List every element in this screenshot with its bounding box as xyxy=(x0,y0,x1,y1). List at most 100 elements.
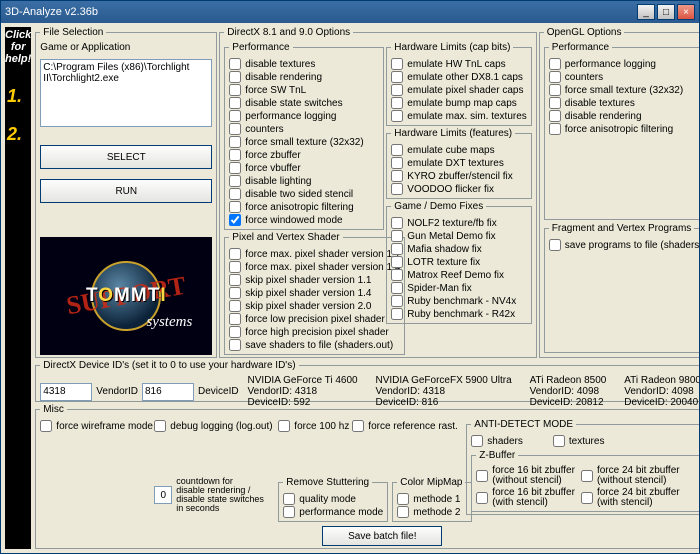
save-batch-button[interactable]: Save batch file! xyxy=(322,526,442,546)
dx-perf-checkbox-0[interactable] xyxy=(229,58,241,70)
dx-perf-checkbox-5[interactable] xyxy=(229,123,241,135)
anti-textures-checkbox[interactable] xyxy=(553,435,565,447)
gl-perf-checkbox-4[interactable] xyxy=(549,110,561,122)
dx-perf-legend: Performance xyxy=(229,42,292,53)
dx-pvs-checkbox-6[interactable] xyxy=(229,326,241,338)
dx-hwcap-checkbox-4[interactable] xyxy=(391,110,403,122)
zb-checkbox-0[interactable] xyxy=(476,470,488,482)
zb-checkbox-2[interactable] xyxy=(581,470,593,482)
dx-perf-label-3: disable state switches xyxy=(245,98,342,109)
dx-pvs-checkbox-3[interactable] xyxy=(229,287,241,299)
dx-hwcap-label-1: emulate other DX8.1 caps xyxy=(407,72,523,83)
dx-fixes-legend: Game / Demo Fixes xyxy=(391,201,486,212)
wireframe-checkbox[interactable] xyxy=(40,420,52,432)
window-title: 3D-Analyze v2.36b xyxy=(5,6,98,18)
dx-perf-label-10: disable two sided stencil xyxy=(245,189,353,200)
gl-fvp-checkbox-0[interactable] xyxy=(549,239,561,251)
dx-perf-checkbox-10[interactable] xyxy=(229,188,241,200)
dx-pvs-checkbox-7[interactable] xyxy=(229,339,241,351)
dx-perf-label-1: disable rendering xyxy=(245,72,322,83)
dx-fixes-checkbox-0[interactable] xyxy=(391,217,403,229)
dx-perf-checkbox-3[interactable] xyxy=(229,97,241,109)
countdown-input[interactable] xyxy=(154,486,172,504)
dx-fixes-checkbox-7[interactable] xyxy=(391,308,403,320)
dx-perf-checkbox-4[interactable] xyxy=(229,110,241,122)
dx-perf-checkbox-11[interactable] xyxy=(229,201,241,213)
help-sidebar[interactable]: Click for help! 1. 2. xyxy=(5,27,31,549)
dx-hwcap-checkbox-3[interactable] xyxy=(391,97,403,109)
dx-hwfeat-checkbox-1[interactable] xyxy=(391,157,403,169)
gl-perf-checkbox-5[interactable] xyxy=(549,123,561,135)
vendor-id-input[interactable] xyxy=(40,383,92,401)
dx-hwcap-checkbox-0[interactable] xyxy=(391,58,403,70)
gl-perf-checkbox-1[interactable] xyxy=(549,71,561,83)
minimize-button[interactable]: _ xyxy=(637,4,655,20)
dx-pvs-checkbox-0[interactable] xyxy=(229,248,241,260)
stutter-checkbox-1[interactable] xyxy=(283,506,295,518)
gl-perf-label-1: counters xyxy=(565,72,603,83)
zb-checkbox-3[interactable] xyxy=(581,492,593,504)
dx-perf-label-5: counters xyxy=(245,124,283,135)
dx-hwcap-label-0: emulate HW TnL caps xyxy=(407,59,505,70)
dx-pvs-checkbox-5[interactable] xyxy=(229,313,241,325)
dx-fixes-checkbox-5[interactable] xyxy=(391,282,403,294)
debug-log-label: debug logging (log.out) xyxy=(170,421,272,432)
force-100hz-checkbox[interactable] xyxy=(278,420,290,432)
debug-log-checkbox[interactable] xyxy=(154,420,166,432)
dx-perf-checkbox-12[interactable] xyxy=(229,214,241,226)
anti-shaders-checkbox[interactable] xyxy=(471,435,483,447)
mip-checkbox-0[interactable] xyxy=(397,493,409,505)
opengl-group: OpenGL Options Performance performance l… xyxy=(539,27,699,358)
gl-perf-checkbox-3[interactable] xyxy=(549,97,561,109)
dx-fixes-checkbox-2[interactable] xyxy=(391,243,403,255)
dx-hwfeat-label-1: emulate DXT textures xyxy=(407,158,504,169)
dx-fixes-checkbox-3[interactable] xyxy=(391,256,403,268)
device-id-input[interactable] xyxy=(142,383,194,401)
dx-hwfeat-checkbox-3[interactable] xyxy=(391,183,403,195)
device-id-label: DeviceID xyxy=(198,386,239,397)
dx-fixes-checkbox-4[interactable] xyxy=(391,269,403,281)
gl-perf-label-0: performance logging xyxy=(565,59,656,70)
mip-legend: Color MipMap xyxy=(397,477,465,488)
maximize-button[interactable]: □ xyxy=(657,4,675,20)
stutter-checkbox-0[interactable] xyxy=(283,493,295,505)
gl-perf-checkbox-0[interactable] xyxy=(549,58,561,70)
gl-fvp-group: Fragment and Vertex Programs save progra… xyxy=(544,223,699,353)
dx-pvs-checkbox-1[interactable] xyxy=(229,261,241,273)
mip-label-1: methode 2 xyxy=(413,507,460,518)
zb-label-3: force 24 bit zbuffer (with stencil) xyxy=(597,488,680,508)
dx-fixes-checkbox-6[interactable] xyxy=(391,295,403,307)
dx-perf-checkbox-6[interactable] xyxy=(229,136,241,148)
dx-hwfeat-checkbox-2[interactable] xyxy=(391,170,403,182)
tommti-logo[interactable]: TOMMTI SUPPORT systems xyxy=(40,237,212,355)
close-button[interactable]: × xyxy=(677,4,695,20)
select-button[interactable]: SELECT xyxy=(40,145,212,169)
titlebar[interactable]: 3D-Analyze v2.36b _ □ × xyxy=(1,1,699,23)
anti-detect-group: ANTI-DETECT MODE shaders textures Z-Buff… xyxy=(466,419,699,515)
run-button[interactable]: RUN xyxy=(40,179,212,203)
dx-fixes-group: Game / Demo Fixes NOLF2 texture/fb fixGu… xyxy=(386,201,531,324)
mip-checkbox-1[interactable] xyxy=(397,506,409,518)
dx-perf-checkbox-8[interactable] xyxy=(229,162,241,174)
dx-perf-checkbox-7[interactable] xyxy=(229,149,241,161)
dx-hwcap-checkbox-2[interactable] xyxy=(391,84,403,96)
dx-fixes-checkbox-1[interactable] xyxy=(391,230,403,242)
dx-fixes-label-5: Spider-Man fix xyxy=(407,283,471,294)
dx-perf-checkbox-1[interactable] xyxy=(229,71,241,83)
zb-checkbox-1[interactable] xyxy=(476,492,488,504)
dx-fixes-label-6: Ruby benchmark - NV4x xyxy=(407,296,516,307)
dx-fixes-label-4: Matrox Reef Demo fix xyxy=(407,270,504,281)
mipmap-group: Color MipMap methode 1methode 2 xyxy=(392,477,472,522)
dx-pvs-checkbox-4[interactable] xyxy=(229,300,241,312)
ref-rast-checkbox[interactable] xyxy=(352,420,364,432)
dx-fixes-label-0: NOLF2 texture/fb fix xyxy=(407,218,496,229)
dx-perf-checkbox-9[interactable] xyxy=(229,175,241,187)
dx-pvs-label-1: force max. pixel shader version 1.4 xyxy=(245,262,400,273)
gl-fvp-legend: Fragment and Vertex Programs xyxy=(549,223,695,234)
dx-perf-checkbox-2[interactable] xyxy=(229,84,241,96)
dx-hwcap-checkbox-1[interactable] xyxy=(391,71,403,83)
gl-perf-checkbox-2[interactable] xyxy=(549,84,561,96)
dx-pvs-label-4: skip pixel shader version 2.0 xyxy=(245,301,371,312)
dx-pvs-checkbox-2[interactable] xyxy=(229,274,241,286)
dx-hwfeat-checkbox-0[interactable] xyxy=(391,144,403,156)
